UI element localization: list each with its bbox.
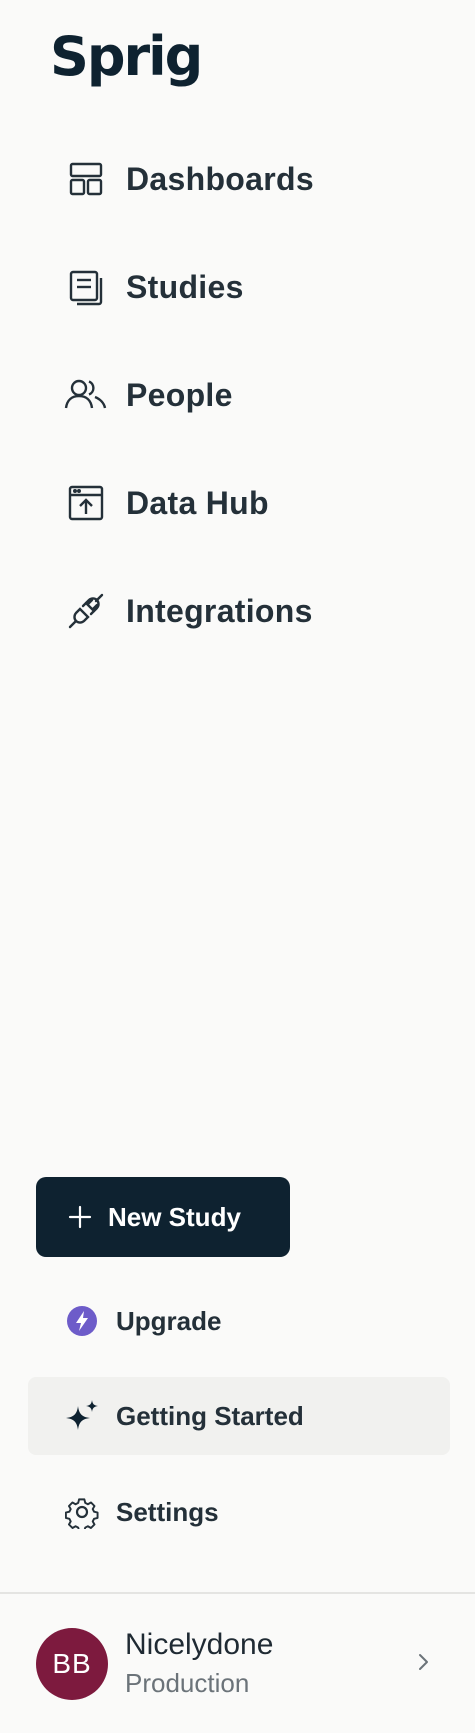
settings-label: Settings [116, 1496, 219, 1527]
nav-item-integrations[interactable]: Integrations [36, 571, 446, 651]
sprig-logo[interactable]: Sprig [50, 30, 203, 84]
new-study-label: New Study [108, 1201, 241, 1232]
account-info: Nicelydone Production [125, 1628, 273, 1699]
account-name: Nicelydone [125, 1628, 274, 1661]
nav-item-label: Data Hub [126, 484, 269, 521]
getting-started-item[interactable]: Getting Started [28, 1377, 450, 1455]
nav-item-label: Studies [126, 268, 244, 305]
upgrade-label: Upgrade [116, 1305, 222, 1336]
getting-started-label: Getting Started [116, 1400, 304, 1431]
gear-icon [64, 1494, 100, 1530]
plus-icon [66, 1203, 94, 1231]
settings-item[interactable]: Settings [28, 1473, 450, 1551]
nav-item-studies[interactable]: Studies [36, 247, 446, 327]
lightning-icon [64, 1303, 100, 1339]
upgrade-item[interactable]: Upgrade [28, 1282, 450, 1360]
people-icon [62, 371, 110, 419]
nav-item-label: Integrations [126, 592, 313, 629]
sidebar: Sprig Dashboards Studies People Data Hub… [0, 0, 475, 1733]
nav-item-dashboards[interactable]: Dashboards [36, 139, 446, 219]
nav-item-people[interactable]: People [36, 355, 446, 435]
avatar: BB [36, 1627, 108, 1700]
data-hub-icon [62, 479, 110, 527]
nav-item-data-hub[interactable]: Data Hub [36, 463, 446, 543]
new-study-button[interactable]: New Study [36, 1177, 290, 1257]
nav-item-label: Dashboards [126, 160, 314, 197]
account-environment: Production [125, 1668, 250, 1698]
plug-icon [62, 587, 110, 635]
studies-icon [62, 263, 110, 311]
nav-item-label: People [126, 376, 233, 413]
chevron-right-icon [411, 1650, 435, 1674]
sparkle-icon [64, 1398, 100, 1434]
account-switcher[interactable]: BB Nicelydone Production [0, 1594, 475, 1733]
dashboard-icon [62, 155, 110, 203]
